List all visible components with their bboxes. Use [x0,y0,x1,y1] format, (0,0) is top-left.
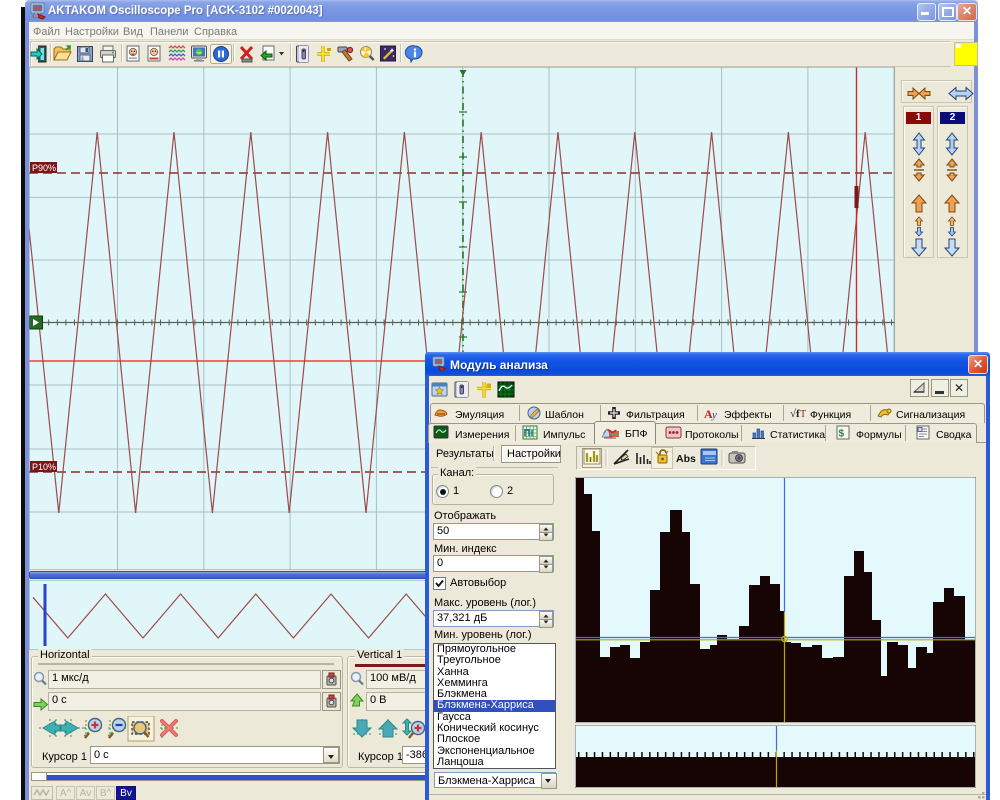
svg-text:√f: √f [790,408,800,420]
svg-text:T: T [800,409,806,420]
svg-text:y: y [711,409,717,421]
svg-text:P10%: P10% [32,462,56,472]
svg-text:Abs: Abs [676,453,696,465]
svg-text:P90%: P90% [32,163,56,173]
svg-text:$: $ [839,429,845,440]
